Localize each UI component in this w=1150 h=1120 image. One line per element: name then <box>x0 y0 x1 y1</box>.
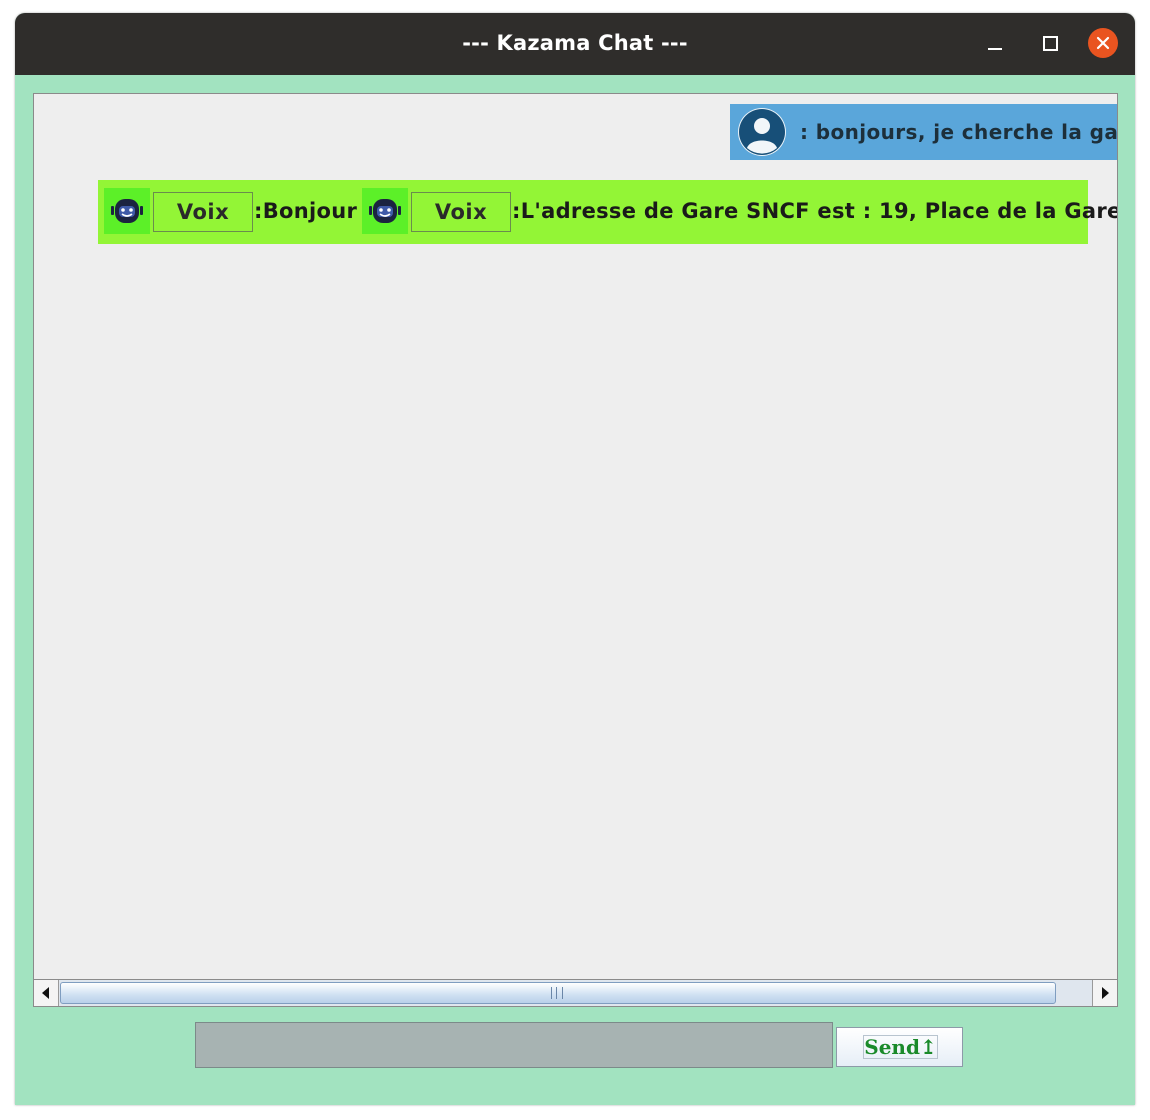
close-icon <box>1088 28 1118 58</box>
chat-window: --- Kazama Chat --- : bonjours, je cherc… <box>15 13 1135 1105</box>
user-message: : bonjours, je cherche la gare <box>730 104 1118 160</box>
user-message-text: : bonjours, je cherche la gare <box>800 120 1118 144</box>
user-avatar-icon <box>738 108 786 156</box>
robot-icon <box>362 188 408 234</box>
maximize-icon <box>1043 36 1058 51</box>
maximize-button[interactable] <box>1033 26 1067 60</box>
bot-message-text: :L'adresse de Gare SNCF est : 19, Place … <box>512 199 1118 223</box>
robot-icon <box>104 188 150 234</box>
scrollbar-thumb[interactable] <box>60 982 1056 1004</box>
message-input[interactable] <box>195 1022 833 1068</box>
arrow-left-icon <box>42 987 49 999</box>
bot-messages-row: Voix :Bonjour Voix :L'adresse de Gare SN… <box>98 180 1117 244</box>
chat-history-panel[interactable]: : bonjours, je cherche la gare Voix:Bon… <box>33 93 1118 1007</box>
scrollbar-grip <box>551 987 563 999</box>
title-bar[interactable]: --- Kazama Chat --- <box>15 13 1135 75</box>
close-button[interactable] <box>1086 26 1120 60</box>
minimize-button[interactable] <box>978 26 1012 60</box>
voice-button[interactable]: Voix <box>411 192 511 232</box>
window-title: --- Kazama Chat --- <box>462 31 688 55</box>
minimize-icon <box>988 48 1002 50</box>
send-button[interactable]: Send↥ <box>836 1027 963 1067</box>
send-button-label: Send↥ <box>863 1035 938 1059</box>
arrow-right-icon <box>1102 987 1109 999</box>
scroll-right-button[interactable] <box>1092 980 1117 1006</box>
scroll-left-button[interactable] <box>34 980 59 1006</box>
bot-message-text: :Bonjour <box>254 199 358 223</box>
horizontal-scrollbar[interactable] <box>34 979 1117 1006</box>
voice-button[interactable]: Voix <box>153 192 253 232</box>
